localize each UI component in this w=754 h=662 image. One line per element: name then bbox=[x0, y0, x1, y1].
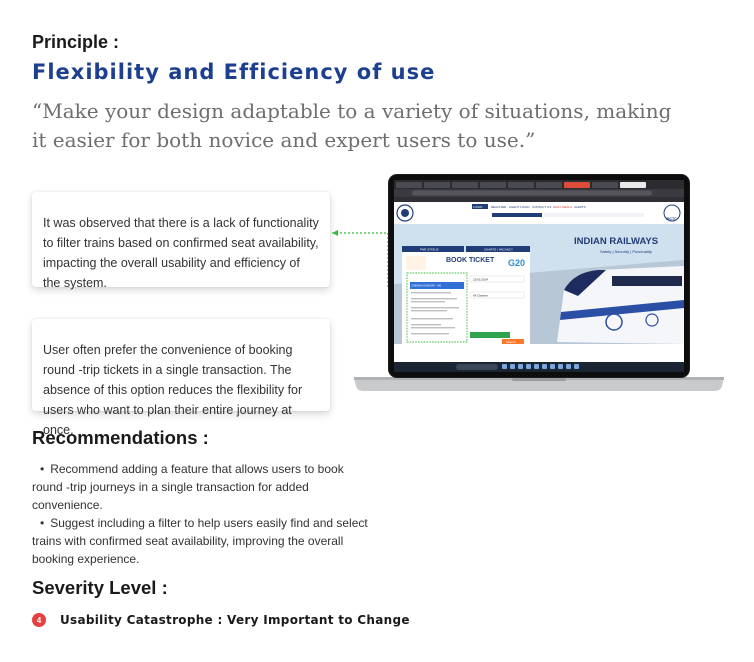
observation-card-roundtrip: User often prefer the convenience of boo… bbox=[32, 319, 330, 437]
nav-alerts: ALERTS bbox=[574, 205, 586, 209]
principle-label: Principle : bbox=[32, 32, 120, 52]
class-select: All Classes bbox=[473, 294, 488, 298]
severity-badge: 4 bbox=[32, 613, 46, 627]
recommendations-heading: Recommendations : bbox=[32, 427, 209, 448]
g20-logo: G20 bbox=[508, 258, 525, 268]
banner-title: INDIAN RAILWAYS bbox=[574, 236, 658, 247]
severity-text: Usability Catastrophe : Very Important t… bbox=[60, 613, 410, 627]
recommendation-text: Recommend adding a feature that allows u… bbox=[32, 462, 344, 512]
recommendation-text: Suggest including a filter to help users… bbox=[32, 516, 368, 566]
principle-quote: “Make your design adaptable to a variety… bbox=[32, 99, 672, 152]
pnr-status-tab: PNR STATUS bbox=[420, 248, 439, 252]
nav-deals: DAILY DEALS bbox=[553, 205, 572, 209]
observation-text: It was observed that there is a lack of … bbox=[43, 216, 319, 290]
search-button: Search bbox=[506, 340, 516, 344]
recommendation-item: • Suggest including a filter to help user… bbox=[32, 514, 377, 568]
nav-login: LOGIN bbox=[473, 205, 482, 209]
journey-date: 22/01/2024 bbox=[473, 278, 488, 282]
from-option: CHENNAI EGMORE - MS bbox=[411, 284, 441, 288]
book-ticket-title: BOOK TICKET bbox=[446, 257, 495, 264]
irctc-logo-text: IRCTC bbox=[666, 217, 677, 221]
nav-contact: CONTACT US bbox=[532, 205, 551, 209]
bullet-icon: • bbox=[40, 462, 45, 476]
nav-register: REGISTER bbox=[491, 205, 507, 209]
laptop-screenshot: LOGIN REGISTER AGENT LOGIN CONTACT US DA… bbox=[354, 174, 724, 391]
severity-level: 4 Usability Catastrophe : Very Important… bbox=[32, 613, 410, 627]
severity-heading: Severity Level : bbox=[32, 577, 168, 598]
charts-tab: CHARTS / VACANCY bbox=[484, 248, 513, 252]
recommendation-item: • Recommend adding a feature that allows … bbox=[32, 460, 377, 514]
observation-card-filter: It was observed that there is a lack of … bbox=[32, 192, 330, 290]
nav-agent-login: AGENT LOGIN bbox=[509, 205, 529, 209]
banner-subtitle: Safety | Security | Punctuality bbox=[600, 249, 652, 254]
observation-text: User often prefer the convenience of boo… bbox=[43, 343, 303, 437]
bullet-icon: • bbox=[40, 516, 45, 530]
principle-title: Flexibility and Efficiency of use bbox=[32, 60, 436, 84]
